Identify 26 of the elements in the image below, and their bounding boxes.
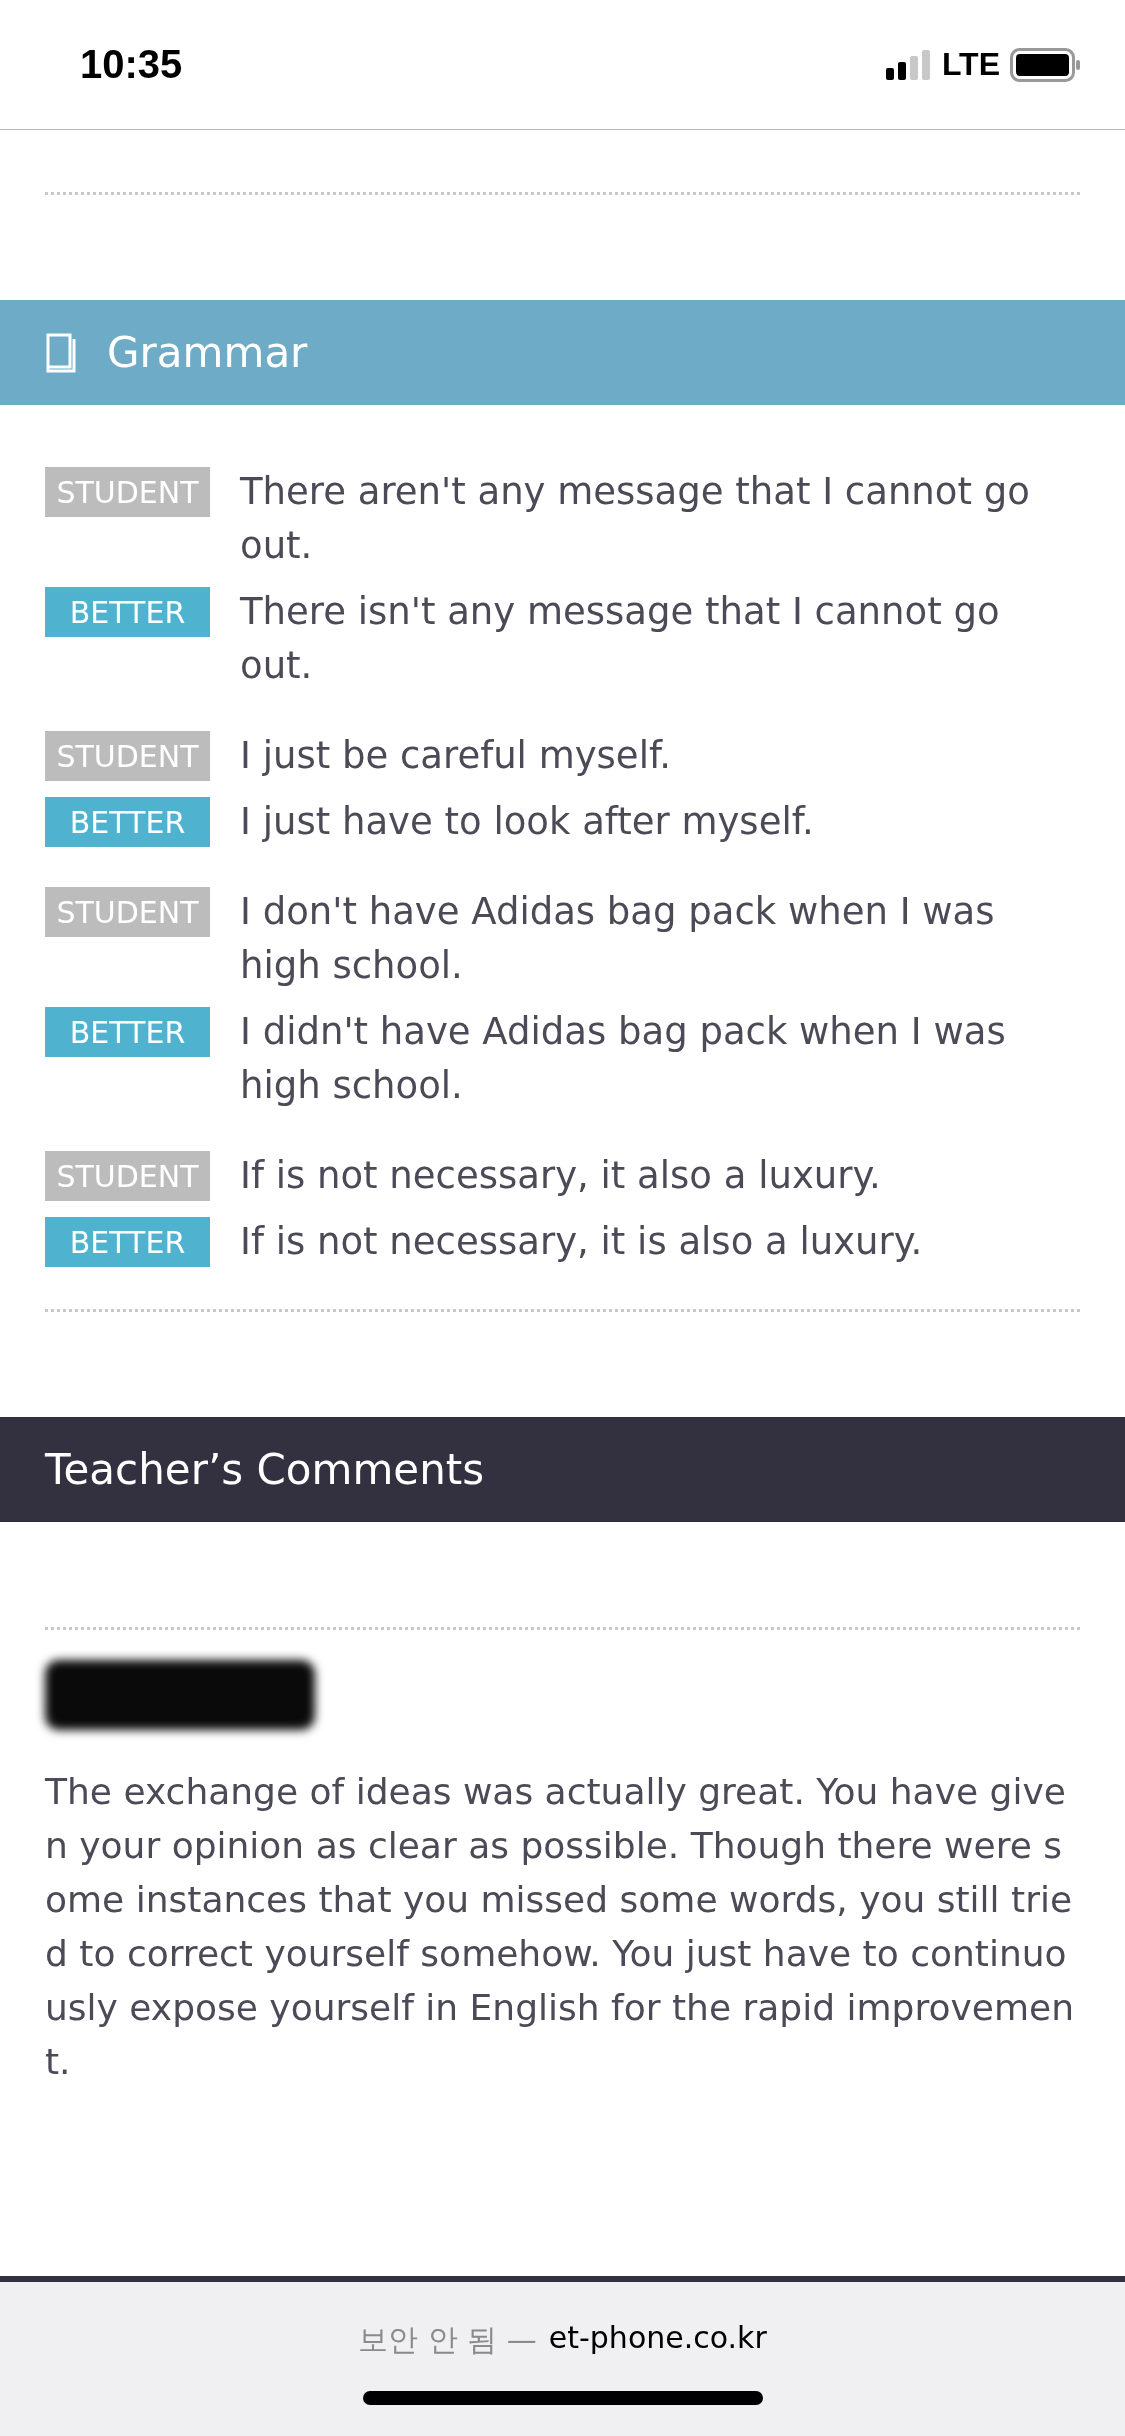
book-icon (45, 332, 77, 373)
better-label: BETTER (45, 797, 210, 847)
better-label: BETTER (45, 1007, 210, 1057)
section-title: Grammar (107, 328, 308, 377)
better-label: BETTER (45, 1217, 210, 1267)
url-text[interactable]: et-phone.co.kr (548, 2320, 767, 2361)
network-type: LTE (941, 46, 1000, 83)
section-title: Teacher’s Comments (45, 1445, 485, 1494)
status-time: 10:35 (80, 42, 183, 87)
student-label: STUDENT (45, 887, 210, 937)
security-warning: 보안 안 됨 — (358, 2321, 537, 2359)
student-label: STUDENT (45, 467, 210, 517)
corrected-sentence: I just have to look after myself. (240, 799, 815, 845)
corrected-sentence: I didn't have Adidas bag pack when I was high school. (240, 1009, 1007, 1109)
student-sentence: If is not necessary, it also a luxury. (240, 1153, 882, 1199)
signal-icon (885, 49, 932, 80)
battery-icon (1010, 47, 1080, 82)
student-sentence: I just be careful myself. (240, 733, 672, 779)
better-label: BETTER (45, 587, 210, 637)
student-label: STUDENT (45, 1151, 210, 1201)
corrected-sentence: There isn't any message that I cannot go out. (240, 589, 1001, 689)
comment-text: The exchange of ideas was actually great. You have given your opinion as clear as possible. Though there were some instances that you missed some words, you still tried to correct yourself somehow. You just have to continuously expose yourself in English for the rapid improvement. (45, 1770, 1075, 2084)
student-sentence: There aren't any message that I cannot go out. (240, 469, 1031, 569)
corrected-sentence: If is not necessary, it is also a luxury. (240, 1219, 924, 1265)
student-label: STUDENT (45, 731, 210, 781)
student-sentence: I don't have Adidas bag pack when I was high school. (240, 889, 996, 989)
